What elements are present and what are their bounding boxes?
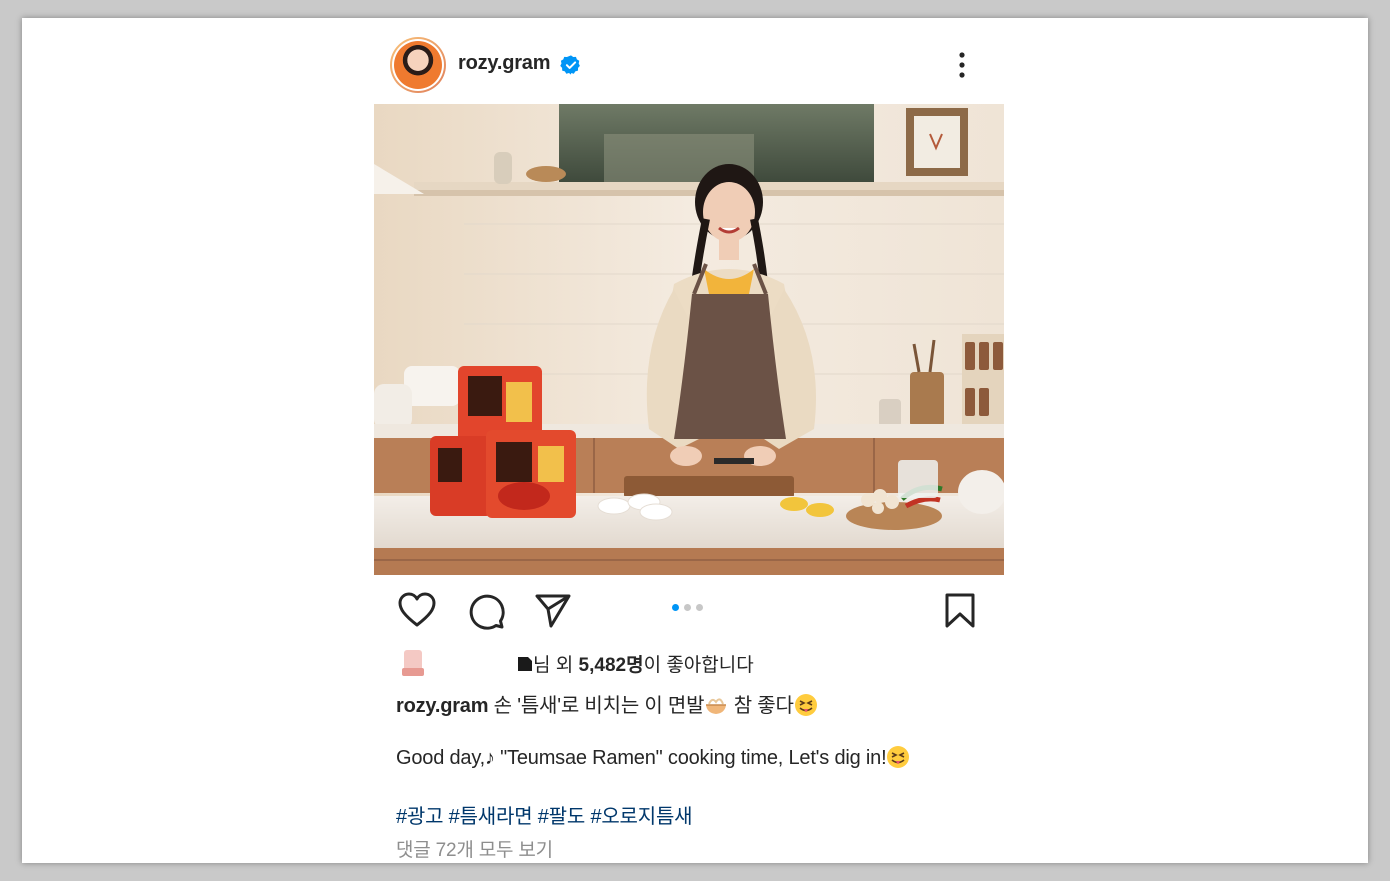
caption-korean-text-1: 손 '틈새'로 비치는 이 면발 (488, 695, 705, 717)
likes-count: 5,482명 (578, 655, 644, 676)
caption-hashtags[interactable]: #광고 #틈새라면 #팔도 #오로지틈새 (396, 800, 693, 829)
share-paper-plane-icon[interactable] (534, 592, 572, 630)
save-bookmark-icon[interactable] (944, 592, 976, 630)
verified-badge-icon (560, 54, 582, 76)
comment-icon[interactable] (467, 592, 505, 630)
liker-avatar[interactable] (400, 648, 426, 678)
redacted-liker-icon (518, 657, 532, 671)
likes-summary[interactable]: 님 외 5,482명이 좋아합니다 (517, 650, 754, 677)
profile-avatar[interactable] (390, 37, 446, 93)
caption-korean-text-2: 참 좋다 (728, 695, 794, 717)
post-username[interactable]: rozy.gram (458, 52, 551, 75)
carousel-dot-active (672, 604, 679, 611)
noodle-bowl-emoji-icon (706, 698, 727, 714)
caption-username[interactable]: rozy.gram (396, 695, 489, 717)
likes-prefix: 님 외 (533, 655, 579, 676)
likes-suffix: 이 좋아합니다 (643, 655, 754, 676)
view-all-comments-link[interactable]: 댓글 72개 모두 보기 (396, 835, 553, 862)
instagram-post: rozy.gram 님 외 5,482명이 좋아합니다 rozy.gram 손 … (374, 18, 1004, 863)
carousel-indicator (672, 604, 703, 611)
tongue-wink-emoji-icon (794, 694, 817, 716)
screenshot-frame: rozy.gram 님 외 5,482명이 좋아합니다 rozy.gram 손 … (22, 18, 1368, 863)
caption-english: Good day,♪ "Teumsae Ramen" cooking time,… (396, 745, 910, 770)
caption-korean: rozy.gram 손 '틈새'로 비치는 이 면발 참 좋다 (396, 689, 818, 718)
post-photo[interactable] (374, 104, 1004, 575)
like-heart-icon[interactable] (398, 592, 436, 628)
more-options-icon[interactable] (957, 50, 967, 80)
carousel-dot (684, 604, 691, 611)
carousel-dot (696, 604, 703, 611)
caption-english-text: Good day,♪ "Teumsae Ramen" cooking time,… (396, 747, 887, 769)
tongue-wink-emoji-icon (887, 746, 910, 768)
